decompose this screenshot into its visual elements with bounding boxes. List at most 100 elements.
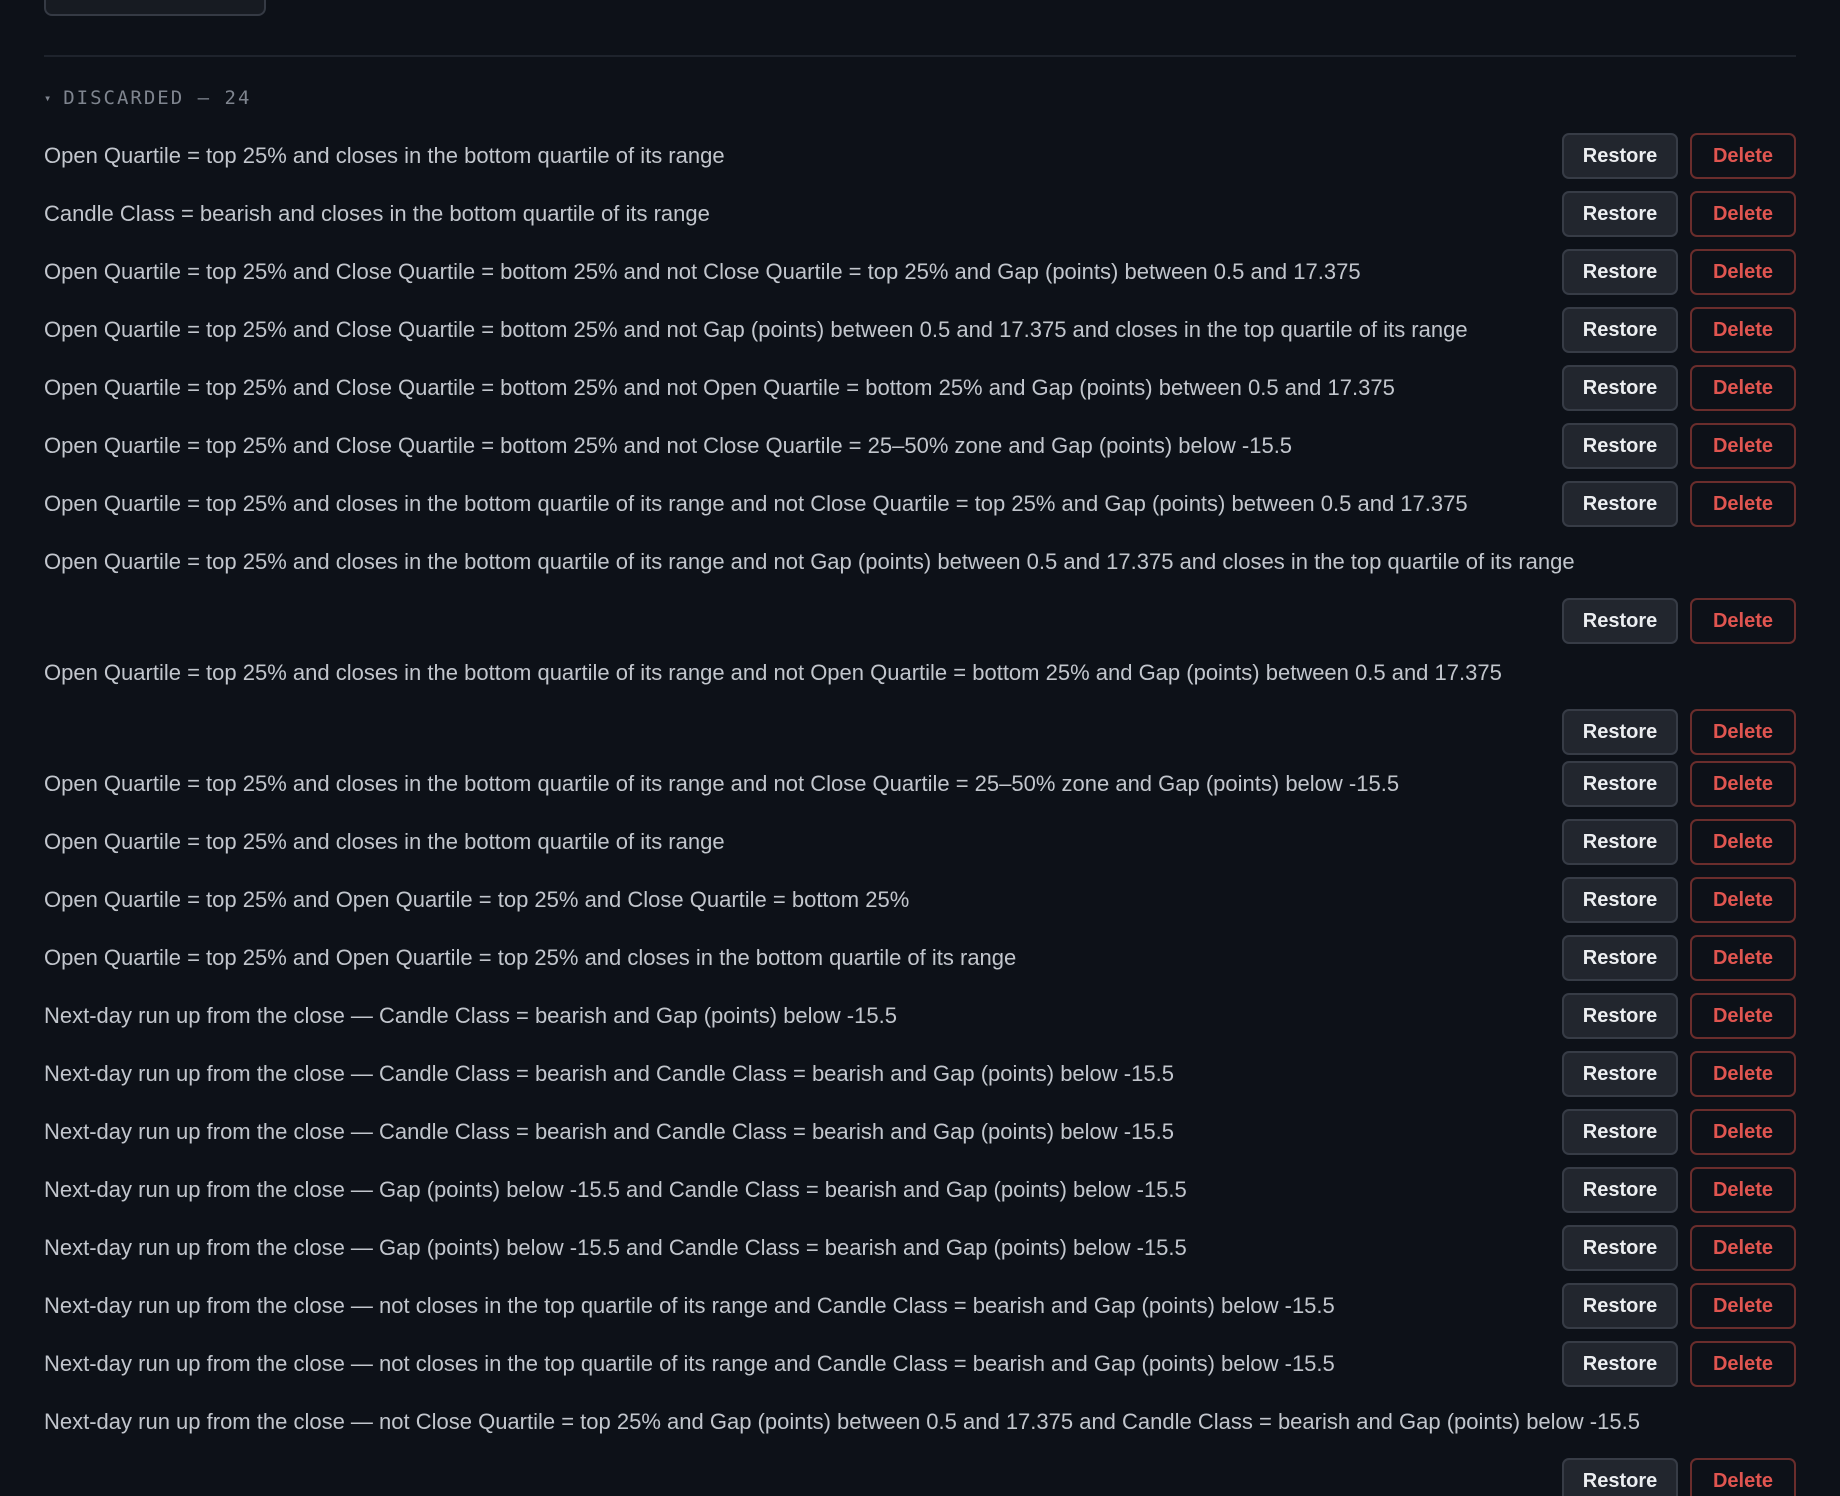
row-actions: Restore Delete <box>1562 191 1796 237</box>
restore-button[interactable]: Restore <box>1562 1225 1678 1271</box>
delete-button[interactable]: Delete <box>1690 191 1796 237</box>
delete-button[interactable]: Delete <box>1690 307 1796 353</box>
restore-button[interactable]: Restore <box>1562 1341 1678 1387</box>
restore-button[interactable]: Restore <box>1562 191 1678 237</box>
discarded-rule-text: Next-day run up from the close — Candle … <box>44 1061 1174 1086</box>
discarded-rule-text: Open Quartile = top 25% and Close Quarti… <box>44 433 1293 458</box>
discarded-rule-text: Open Quartile = top 25% and closes in th… <box>44 829 725 854</box>
delete-button[interactable]: Delete <box>1690 1458 1796 1496</box>
row-actions: Restore Delete <box>1562 1341 1796 1387</box>
delete-button[interactable]: Delete <box>1690 761 1796 807</box>
discarded-rule-text: Open Quartile = top 25% and Close Quarti… <box>44 317 1468 342</box>
list-item: Next-day run up from the close — not clo… <box>44 1283 1796 1341</box>
restore-button[interactable]: Restore <box>1562 935 1678 981</box>
delete-button[interactable]: Delete <box>1690 993 1796 1039</box>
delete-button[interactable]: Delete <box>1690 365 1796 411</box>
row-actions: Restore Delete <box>1562 761 1796 807</box>
discarded-rule-text: Open Quartile = top 25% and closes in th… <box>44 143 725 168</box>
delete-button[interactable]: Delete <box>1690 709 1796 755</box>
row-actions: Restore Delete <box>1562 133 1796 179</box>
delete-button[interactable]: Delete <box>1690 423 1796 469</box>
discarded-rule-text: Open Quartile = top 25% and closes in th… <box>44 660 1502 685</box>
list-item: Open Quartile = top 25% and Close Quarti… <box>44 423 1796 481</box>
restore-button[interactable]: Restore <box>1562 993 1678 1039</box>
list-item: Open Quartile = top 25% and Open Quartil… <box>44 935 1796 993</box>
list-item: Open Quartile = top 25% and closes in th… <box>44 481 1796 539</box>
row-actions: Restore Delete <box>1562 1167 1796 1213</box>
restore-button[interactable]: Restore <box>1562 761 1678 807</box>
discarded-rule-text: Next-day run up from the close — Candle … <box>44 1119 1174 1144</box>
discarded-rule-text: Open Quartile = top 25% and Open Quartil… <box>44 945 1017 970</box>
delete-button[interactable]: Delete <box>1690 1283 1796 1329</box>
list-item: Next-day run up from the close — Candle … <box>44 993 1796 1051</box>
restore-button[interactable]: Restore <box>1562 709 1678 755</box>
restore-button[interactable]: Restore <box>1562 481 1678 527</box>
delete-button[interactable]: Delete <box>1690 481 1796 527</box>
row-actions: Restore Delete <box>1562 1109 1796 1155</box>
row-actions: Restore Delete <box>1562 307 1796 353</box>
restore-button[interactable]: Restore <box>1562 249 1678 295</box>
row-actions: Restore Delete <box>1562 365 1796 411</box>
discarded-rule-text: Next-day run up from the close — not Clo… <box>44 1409 1640 1434</box>
row-actions: Restore Delete <box>1562 598 1796 644</box>
row-actions: Restore Delete <box>1562 935 1796 981</box>
top-partial-button[interactable] <box>44 0 266 16</box>
list-item: Next-day run up from the close — not clo… <box>44 1341 1796 1399</box>
row-actions: Restore Delete <box>1562 1225 1796 1271</box>
delete-button[interactable]: Delete <box>1690 1341 1796 1387</box>
discarded-rule-text: Next-day run up from the close — not clo… <box>44 1351 1335 1376</box>
delete-button[interactable]: Delete <box>1690 877 1796 923</box>
row-actions: Restore Delete <box>1562 877 1796 923</box>
restore-button[interactable]: Restore <box>1562 598 1678 644</box>
list-item: Next-day run up from the close — not Clo… <box>44 1399 1796 1496</box>
delete-button[interactable]: Delete <box>1690 1167 1796 1213</box>
restore-button[interactable]: Restore <box>1562 1167 1678 1213</box>
discarded-rule-text: Next-day run up from the close — Gap (po… <box>44 1177 1187 1202</box>
discarded-ideas-page: ▾ DISCARDED — 24 Open Quartile = top 25%… <box>0 0 1840 1496</box>
restore-button[interactable]: Restore <box>1562 819 1678 865</box>
discarded-rule-text: Open Quartile = top 25% and Close Quarti… <box>44 259 1361 284</box>
restore-button[interactable]: Restore <box>1562 1283 1678 1329</box>
discarded-rule-text: Open Quartile = top 25% and Close Quarti… <box>44 375 1395 400</box>
delete-button[interactable]: Delete <box>1690 819 1796 865</box>
row-actions: Restore Delete <box>1562 709 1796 755</box>
section-divider <box>44 55 1796 57</box>
delete-button[interactable]: Delete <box>1690 1225 1796 1271</box>
discarded-rule-text: Next-day run up from the close — Candle … <box>44 1003 897 1028</box>
restore-button[interactable]: Restore <box>1562 423 1678 469</box>
discarded-list: Open Quartile = top 25% and closes in th… <box>44 133 1796 1496</box>
restore-button[interactable]: Restore <box>1562 133 1678 179</box>
row-actions: Restore Delete <box>1562 481 1796 527</box>
restore-button[interactable]: Restore <box>1562 1109 1678 1155</box>
delete-button[interactable]: Delete <box>1690 133 1796 179</box>
restore-button[interactable]: Restore <box>1562 365 1678 411</box>
restore-button[interactable]: Restore <box>1562 307 1678 353</box>
list-item: Next-day run up from the close — Gap (po… <box>44 1167 1796 1225</box>
delete-button[interactable]: Delete <box>1690 935 1796 981</box>
list-item: Open Quartile = top 25% and closes in th… <box>44 133 1796 191</box>
delete-button[interactable]: Delete <box>1690 249 1796 295</box>
discarded-rule-text: Open Quartile = top 25% and closes in th… <box>44 549 1575 574</box>
collapse-caret-icon: ▾ <box>44 91 52 105</box>
restore-button[interactable]: Restore <box>1562 1051 1678 1097</box>
list-item: Open Quartile = top 25% and Close Quarti… <box>44 249 1796 307</box>
discarded-section-toggle[interactable]: ▾ DISCARDED — 24 <box>44 84 251 112</box>
row-actions: Restore Delete <box>1562 819 1796 865</box>
discarded-section-title: DISCARDED — 24 <box>63 87 252 109</box>
row-actions: Restore Delete <box>1562 1051 1796 1097</box>
delete-button[interactable]: Delete <box>1690 1051 1796 1097</box>
row-actions: Restore Delete <box>1562 1458 1796 1496</box>
delete-button[interactable]: Delete <box>1690 598 1796 644</box>
delete-button[interactable]: Delete <box>1690 1109 1796 1155</box>
list-item: Open Quartile = top 25% and closes in th… <box>44 761 1796 819</box>
restore-button[interactable]: Restore <box>1562 1458 1678 1496</box>
restore-button[interactable]: Restore <box>1562 877 1678 923</box>
list-item: Next-day run up from the close — Candle … <box>44 1051 1796 1109</box>
list-item: Open Quartile = top 25% and Open Quartil… <box>44 877 1796 935</box>
discarded-rule-text: Next-day run up from the close — not clo… <box>44 1293 1335 1318</box>
list-item: Next-day run up from the close — Gap (po… <box>44 1225 1796 1283</box>
row-actions: Restore Delete <box>1562 249 1796 295</box>
discarded-rule-text: Open Quartile = top 25% and Open Quartil… <box>44 887 910 912</box>
row-actions: Restore Delete <box>1562 993 1796 1039</box>
discarded-rule-text: Candle Class = bearish and closes in the… <box>44 201 710 226</box>
